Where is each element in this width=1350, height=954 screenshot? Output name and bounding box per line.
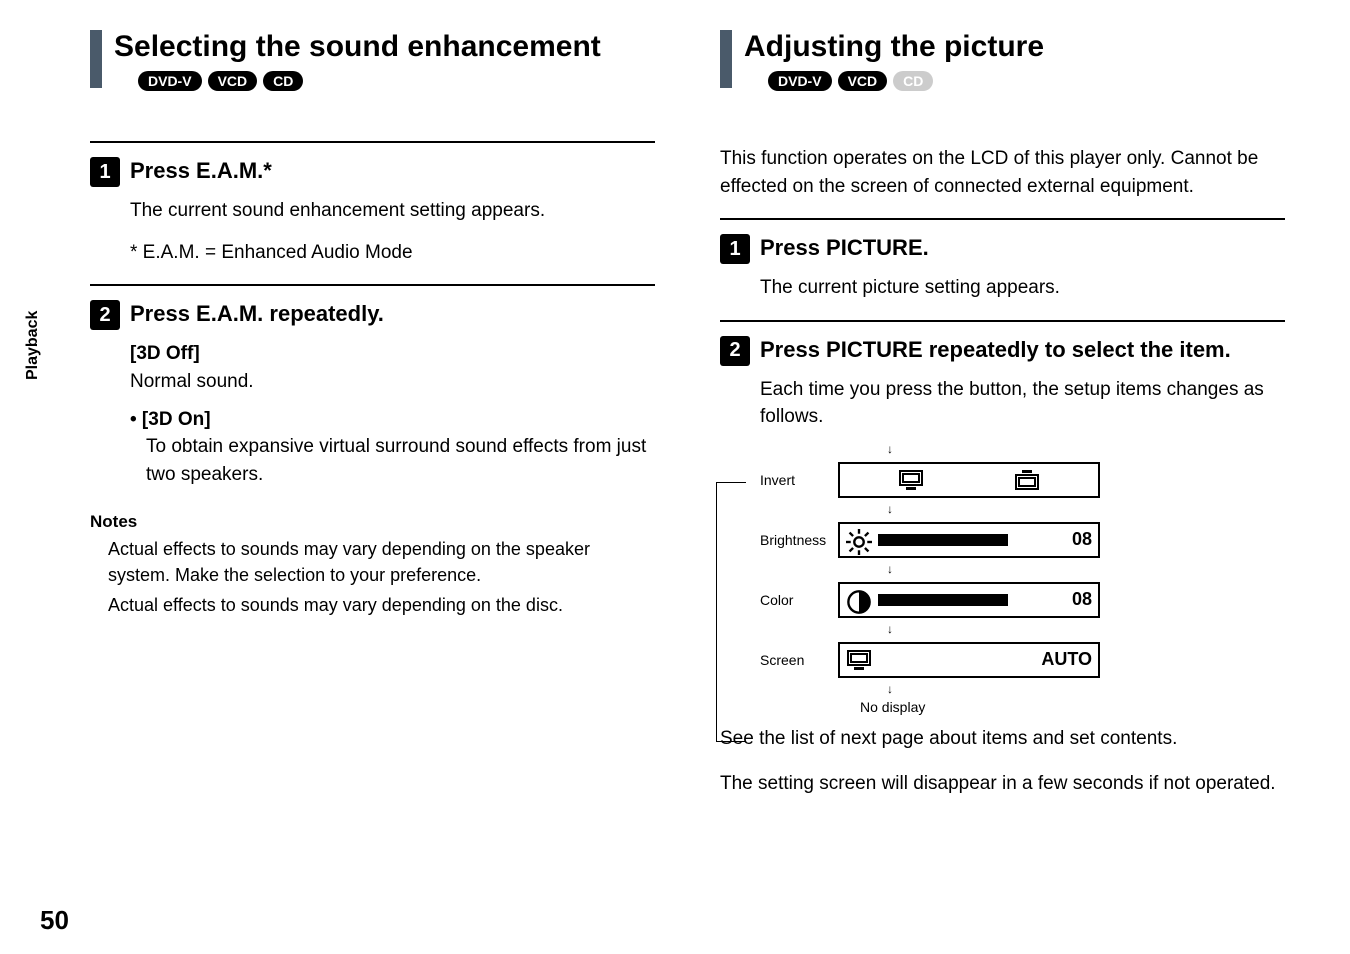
picture-setup-diagram: ↓ Invert ↓ Brightness <box>760 445 1100 715</box>
diagram-no-display: No display <box>860 699 1100 715</box>
right-after-2: The setting screen will disappear in a f… <box>720 770 1285 798</box>
section-tab: Playback <box>24 311 42 380</box>
diagram-label-brightness: Brightness <box>760 532 838 548</box>
left-step1-body: The current sound enhancement setting ap… <box>130 197 655 225</box>
badge-cd: CD <box>263 71 303 91</box>
accent-bar <box>720 30 732 88</box>
badge-dvdv: DVD-V <box>768 71 832 91</box>
arrow-down-icon: ↓ <box>880 565 900 575</box>
left-step2-title: Press E.A.M. repeatedly. <box>130 300 384 329</box>
step-number-2: 2 <box>720 336 750 366</box>
right-after-1: See the list of next page about items an… <box>720 725 1285 753</box>
divider <box>720 218 1285 220</box>
arrow-down-icon: ↓ <box>880 685 900 695</box>
notes-heading: Notes <box>90 512 655 532</box>
divider <box>90 141 655 143</box>
flow-loop-line <box>716 482 746 742</box>
brightness-icon <box>846 529 872 551</box>
badge-cd-disabled: CD <box>893 71 933 91</box>
arrow-down-icon: ↓ <box>880 445 900 455</box>
color-value: 08 <box>1072 589 1092 610</box>
right-step2-body: Each time you press the button, the setu… <box>760 376 1285 431</box>
option-3d-off-title: [3D Off] <box>130 340 655 368</box>
right-intro: This function operates on the LCD of thi… <box>720 145 1285 200</box>
step-number-1: 1 <box>720 234 750 264</box>
screen-icon <box>846 649 872 671</box>
screen-inverted-icon <box>1014 469 1040 491</box>
screen-normal-icon <box>898 469 924 491</box>
option-3d-on-title: • [3D On] <box>130 409 655 431</box>
arrow-down-icon: ↓ <box>880 505 900 515</box>
left-heading-block: Selecting the sound enhancement DVD-V VC… <box>90 30 655 91</box>
diagram-label-invert: Invert <box>760 472 838 488</box>
left-step1-footnote: * E.A.M. = Enhanced Audio Mode <box>130 239 655 267</box>
color-bar <box>878 594 1008 606</box>
brightness-value: 08 <box>1072 529 1092 550</box>
page-number: 50 <box>40 905 69 936</box>
diagram-label-color: Color <box>760 592 838 608</box>
step-number-1: 1 <box>90 157 120 187</box>
brightness-bar <box>878 534 1008 546</box>
arrow-down-icon: ↓ <box>880 625 900 635</box>
badge-vcd: VCD <box>838 71 888 91</box>
notes-body-2: Actual effects to sounds may vary depend… <box>108 592 655 618</box>
screen-value: AUTO <box>1041 649 1092 670</box>
badge-dvdv: DVD-V <box>138 71 202 91</box>
right-step1-title: Press PICTURE. <box>760 234 929 263</box>
color-icon <box>846 589 872 611</box>
divider <box>720 320 1285 322</box>
divider <box>90 284 655 286</box>
badge-vcd: VCD <box>208 71 258 91</box>
diagram-label-screen: Screen <box>760 652 838 668</box>
right-heading-block: Adjusting the picture DVD-V VCD CD <box>720 30 1285 91</box>
step-number-2: 2 <box>90 300 120 330</box>
right-title: Adjusting the picture <box>744 30 1044 63</box>
left-step1-title: Press E.A.M.* <box>130 157 272 186</box>
right-step2-title: Press PICTURE repeatedly to select the i… <box>760 336 1231 365</box>
notes-body-1: Actual effects to sounds may vary depend… <box>108 536 655 588</box>
accent-bar <box>90 30 102 88</box>
option-3d-off-body: Normal sound. <box>130 368 655 396</box>
left-title: Selecting the sound enhancement <box>114 30 601 63</box>
right-step1-body: The current picture setting appears. <box>760 274 1285 302</box>
option-3d-on-body: To obtain expansive virtual surround sou… <box>146 433 655 488</box>
